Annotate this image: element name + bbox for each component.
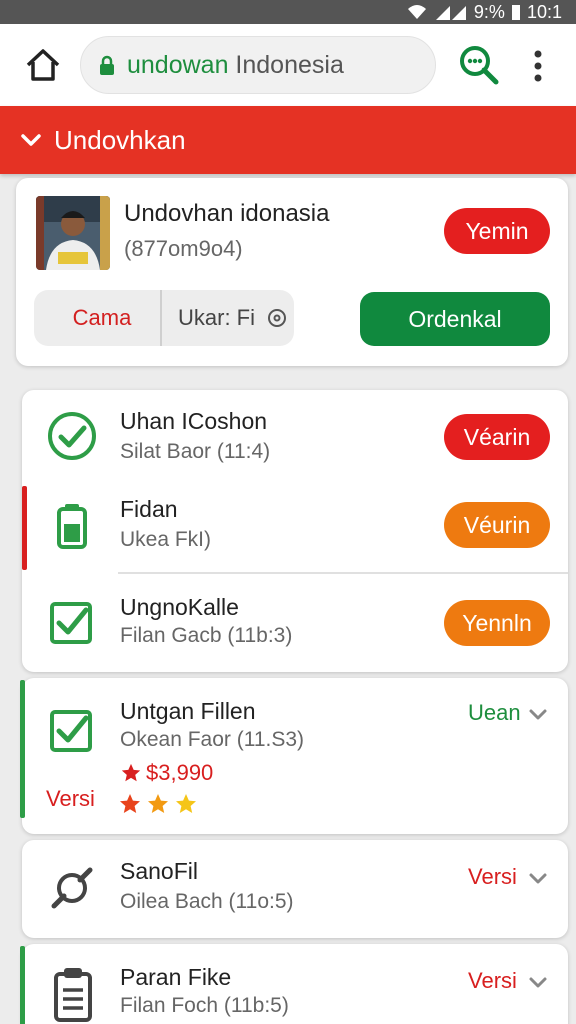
wrench-icon (51, 867, 93, 909)
battery-icon (57, 504, 87, 549)
clipboard-icon (54, 968, 92, 1022)
list-item-subtitle: Silat Baor (11:4) (120, 440, 271, 463)
product-title: Paran Fike (120, 964, 232, 990)
product-subtitle: Oilea Bach (11o:5) (120, 890, 294, 913)
signal-icon (435, 6, 466, 20)
product-card[interactable]: Untgan Fillen Okean Faor (11.S3) $3,990 … (20, 678, 568, 834)
product-title: SanoFil (120, 858, 198, 884)
search-zoom-icon[interactable] (456, 42, 500, 86)
overflow-menu-icon[interactable] (526, 46, 550, 86)
chevron-down-icon[interactable] (528, 704, 548, 724)
checkbox-icon (50, 710, 92, 752)
product-card[interactable]: SanoFil Oilea Bach (11o:5) Versi (22, 840, 568, 938)
row-accent-bar (20, 680, 25, 818)
segment-ukar[interactable]: Ukar: Fi (162, 305, 294, 331)
verify-button[interactable]: Véurin (444, 502, 550, 548)
list-item-subtitle: Filan Gacb (11b:3) (120, 624, 293, 647)
price-tag: $3,990 (120, 760, 213, 786)
profile-name: Undovhan idonasia (124, 200, 330, 227)
url-text: undowan Indonesia (127, 51, 344, 80)
list-item-title: Fidan (120, 496, 178, 522)
battery-label: 9:% (473, 1, 505, 22)
browser-toolbar: undowan Indonesia (0, 24, 576, 106)
segmented-control: Cama Ukar: Fi (34, 290, 294, 346)
verify-button[interactable]: Yemin (444, 208, 550, 254)
star-icon (121, 763, 141, 782)
chevron-down-icon (21, 134, 41, 146)
product-subtitle: Filan Foch (11b:5) (120, 994, 289, 1017)
chevron-down-icon[interactable] (528, 868, 548, 888)
version-link[interactable]: Versi (468, 864, 517, 890)
list-item[interactable]: Fidan Ukea FkI) Véurin (22, 480, 568, 574)
task-list-card: Uhan ICoshon Silat Baor (11:4) Véarin Fi… (22, 390, 568, 672)
expand-link[interactable]: Uean (468, 700, 521, 726)
url-field[interactable]: undowan Indonesia (80, 36, 436, 94)
profile-card: Undovhan idonasia (877om9o4) Yemin Cama … (16, 178, 568, 366)
star-icon (148, 794, 168, 813)
version-link[interactable]: Versi (468, 968, 517, 994)
order-button[interactable]: Ordenkal (360, 292, 550, 346)
star-icon (120, 794, 140, 813)
list-item[interactable]: Uhan ICoshon Silat Baor (11:4) Véarin (22, 390, 568, 484)
lock-icon (100, 55, 114, 75)
product-title: Untgan Fillen (120, 698, 256, 724)
section-header[interactable]: Undovhkan (0, 106, 576, 174)
url-rest: Indonesia (228, 50, 344, 79)
rating-stars (118, 792, 198, 816)
avatar (36, 196, 110, 270)
clock: 10:1 (526, 1, 562, 22)
verify-button[interactable]: Yennln (444, 600, 550, 646)
profile-phone: (877om9o4) (124, 236, 243, 261)
checkbox-icon (50, 602, 92, 644)
list-item-subtitle: Ukea FkI) (120, 528, 212, 551)
info-circle-icon (268, 309, 286, 327)
list-item-title: Uhan ICoshon (120, 408, 268, 434)
url-host: undowan (127, 50, 229, 79)
star-icon (176, 794, 196, 813)
wifi-icon (407, 5, 426, 19)
row-divider (118, 572, 568, 574)
segment-ukar-label: Ukar: Fi (178, 305, 255, 330)
row-accent-bar (20, 946, 25, 1024)
status-bar: 9:% 10:1 (0, 0, 576, 24)
list-item-title: UngnoKalle (120, 594, 239, 620)
segment-cama[interactable]: Cama (34, 305, 160, 331)
check-circle-icon (48, 412, 96, 460)
list-item[interactable]: UngnoKalle Filan Gacb (11b:3) Yennln (22, 578, 568, 672)
chevron-down-icon[interactable] (528, 972, 548, 992)
price-value: $3,990 (146, 760, 214, 785)
product-subtitle: Okean Faor (11.S3) (120, 728, 305, 751)
version-label[interactable]: Versi (46, 786, 95, 812)
section-title: Undovhkan (54, 124, 186, 155)
verify-button[interactable]: Véarin (444, 414, 550, 460)
home-icon[interactable] (24, 46, 62, 84)
battery-icon (511, 5, 520, 20)
product-card[interactable]: Paran Fike Filan Foch (11b:5) Versi (20, 944, 568, 1024)
